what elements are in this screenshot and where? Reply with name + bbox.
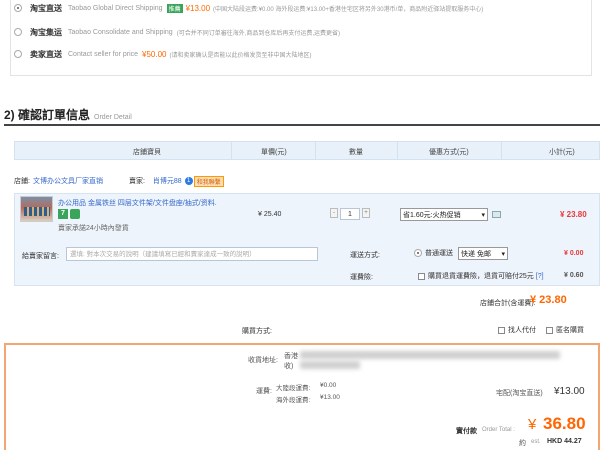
delivery-price: ¥ 0.00 (564, 250, 584, 257)
est-label: est. (531, 439, 541, 445)
anonymous-option[interactable]: 匿名購買 (546, 325, 584, 335)
header-item: 店鋪寶貝 (133, 149, 161, 156)
delivery-select[interactable]: 快递 免邮 ▾ (458, 247, 508, 260)
quantity-input[interactable]: 1 (340, 208, 360, 220)
delivery-option-label: 普通運送 (425, 250, 453, 257)
mainland-freight-value: ¥0.00 (320, 382, 337, 389)
section-number: 2) (4, 108, 15, 122)
shipping-option-seller[interactable]: 卖家直送 Contact seller for price ¥50.00 (请和… (14, 48, 312, 60)
message-label: 給賣家留言: (22, 253, 59, 260)
chevron-down-icon: ▾ (481, 211, 485, 219)
promo-info-icon[interactable] (492, 211, 501, 218)
seller-message-input[interactable]: 選填: 對本次交易的說明（建議填寫已經和賣家達成一致的說明） (66, 247, 318, 261)
anonymous-label: 匿名購買 (556, 327, 584, 334)
shipping-note: (中国大陆段运费:¥0.00 海外段运费:¥13.00+香港住宅区将另外30港币… (213, 6, 484, 13)
promo-select-value: 省1.60元:火热促销 (403, 211, 461, 219)
shipping-name: 淘宝集运 (30, 27, 62, 37)
shipping-name: 卖家直送 (30, 49, 62, 59)
header-promo: 優惠方式(元) (429, 149, 469, 156)
insurance-option[interactable]: 購買退貨運費險，退貨可賠付25元 [?] (418, 271, 544, 281)
seller-label: 賣家: (128, 178, 145, 185)
seller-name-link[interactable]: 肖博元88 (153, 176, 182, 186)
section-title-en: Order Detail (94, 114, 132, 121)
shipping-en: Contact seller for price (68, 50, 139, 58)
total-currency: ¥ (528, 416, 537, 433)
shipping-option-consolidate[interactable]: 淘宝集运 Taobao Consolidate and Shipping (可合… (14, 26, 340, 38)
qty-increase-button[interactable]: + (362, 208, 370, 218)
seller-level-icon: 1 (184, 177, 193, 185)
delivery-promise: 賣家承諾24小時內發貨 (58, 225, 129, 232)
delivery-normal-option[interactable]: 普通運送 (414, 248, 453, 258)
delivery-label: 運送方式: (350, 252, 380, 259)
seven-day-return-icon: 7 (58, 209, 68, 219)
product-title-link[interactable]: 办公用品 金属铁丝 四层文件架/文件盘座/抽式/资料. (58, 198, 217, 208)
radio-delivery[interactable] (414, 249, 422, 257)
address-redacted (300, 361, 360, 369)
insurance-price: ¥ 0.60 (564, 272, 584, 279)
ship-price: ¥13.00 (554, 386, 585, 397)
shipping-en: Taobao Consolidate and Shipping (68, 28, 173, 36)
header-divider (315, 142, 316, 159)
radio-seller[interactable] (14, 50, 22, 58)
radio-consolidate[interactable] (14, 28, 22, 36)
overseas-freight-label: 海外段運費: (276, 397, 311, 404)
chevron-down-icon: ▾ (501, 250, 505, 258)
address-label: 收貨地址: (248, 357, 278, 364)
section-title: 2) 確認訂單信息 Order Detail (4, 106, 132, 123)
store-total-value: ¥ 23.80 (530, 294, 567, 306)
promo-select[interactable]: 省1.60元:火热促销 ▾ (400, 208, 488, 221)
overseas-freight-value: ¥13.00 (320, 394, 340, 401)
address-suffix: 收) (284, 363, 294, 370)
proxy-pay-checkbox[interactable] (498, 326, 505, 334)
section-divider (4, 124, 600, 126)
address-region: 香港 (284, 353, 298, 360)
insurance-help-link[interactable]: [?] (536, 273, 544, 280)
unit-price: ¥ 25.40 (258, 211, 282, 218)
proxy-pay-label: 找人代付 (508, 327, 536, 334)
shipping-name: 淘宝直送 (30, 3, 62, 13)
header-price: 單價(元) (261, 149, 287, 156)
order-table-header: 店鋪寶貝 單價(元) 數量 優惠方式(元) 小計(元) (14, 141, 600, 160)
shipping-note: (可合并不同订单審往海外,商品到仓库后再支付运费,运费更省) (176, 30, 341, 37)
delivery-select-value: 快递 免邮 (461, 250, 491, 258)
total-label-en: Order Total : (482, 427, 515, 433)
shipping-price: ¥50.00 (142, 49, 167, 59)
est-prefix: 約 (519, 440, 526, 447)
header-qty: 數量 (349, 149, 363, 156)
freight-label: 運費: (256, 388, 272, 395)
section-title-text: 確認訂單信息 (18, 108, 91, 122)
header-divider (501, 142, 502, 159)
shipping-en: Taobao Global Direct Shipping (68, 4, 163, 12)
guarantee-icon (70, 209, 80, 219)
contact-seller-button[interactable]: 和我聯繫 (193, 175, 224, 187)
anonymous-checkbox[interactable] (546, 326, 553, 334)
header-subtotal: 小計(元) (549, 149, 575, 156)
store-name-link[interactable]: 文博办公文具厂家直销 (33, 176, 103, 186)
mainland-freight-label: 大陸段運費: (276, 385, 311, 392)
insurance-label: 運費險: (350, 274, 373, 281)
header-divider (231, 142, 232, 159)
shipping-note: (请和卖家确认是否能以此价格发货至非中国大陆地区) (169, 52, 312, 59)
est-value: HKD 44.27 (547, 438, 582, 445)
qty-decrease-button[interactable]: - (330, 208, 338, 218)
store-total-label: 店鋪合計(含運費): (480, 300, 536, 307)
ship-method: 宅配(淘宝直送) (496, 390, 543, 397)
store-row: 店鋪: 文博办公文具厂家直销 賣家: 肖博元88 1 和我聯繫 (14, 173, 600, 189)
insurance-checkbox[interactable] (418, 272, 425, 280)
header-divider (397, 142, 398, 159)
proxy-pay-option[interactable]: 找人代付 (498, 325, 536, 335)
store-label: 店鋪: (14, 178, 30, 185)
insurance-text: 購買退貨運費險，退貨可賠付25元 (428, 273, 534, 280)
recommend-tag: 推薦 (166, 3, 183, 13)
address-redacted (300, 351, 560, 359)
item-subtotal: ¥ 23.80 (560, 210, 587, 219)
shipping-price: ¥13.00 (185, 3, 211, 13)
shipping-option-direct[interactable]: 淘宝直送 Taobao Global Direct Shipping 推薦 ¥1… (14, 2, 483, 14)
product-thumbnail[interactable] (20, 196, 53, 222)
radio-direct[interactable] (14, 4, 22, 12)
total-amount: 36.80 (543, 414, 586, 433)
payment-label: 購買方式: (242, 328, 272, 335)
total-label: 實付款 (456, 428, 477, 435)
